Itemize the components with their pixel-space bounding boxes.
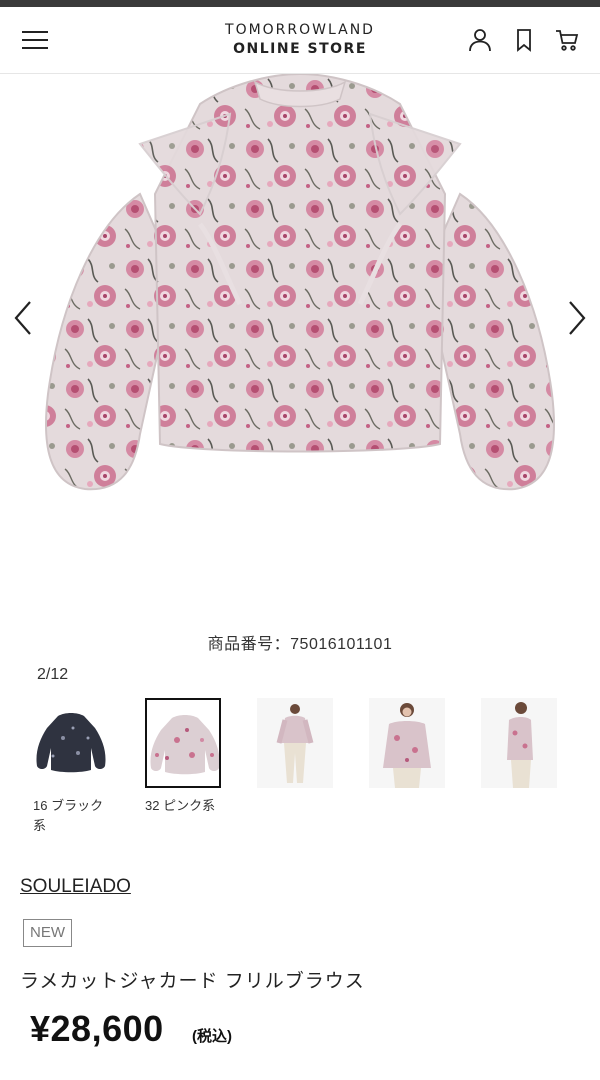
product-code: 商品番号：75016101101 xyxy=(207,636,393,653)
thumbnail-black[interactable]: 16 ブラック系 xyxy=(33,698,109,836)
thumbnail-model-closeup[interactable] xyxy=(369,698,445,788)
thumbnail-label: 32 ピンク系 xyxy=(145,798,216,813)
status-bar xyxy=(0,0,600,7)
product-image-gallery[interactable] xyxy=(0,74,600,614)
product-price: ¥28,600 xyxy=(30,1008,164,1049)
cart-icon[interactable] xyxy=(554,27,580,53)
thumbnail-model-side[interactable] xyxy=(481,698,557,788)
next-image-button[interactable] xyxy=(562,296,592,340)
site-header: TOMORROWLAND ONLINE STORE xyxy=(0,7,600,74)
thumbnail-strip: 16 ブラック系 32 ピンク系 xyxy=(0,698,600,848)
product-image xyxy=(45,74,555,491)
account-icon[interactable] xyxy=(467,27,493,53)
brand-link[interactable]: SOULEIADO xyxy=(20,876,131,898)
new-badge: NEW xyxy=(23,919,72,947)
logo-line-2: ONLINE STORE xyxy=(233,41,367,57)
bookmark-icon[interactable] xyxy=(511,27,537,53)
thumbnail-pink[interactable]: 32 ピンク系 xyxy=(145,698,221,816)
thumbnail-model-front[interactable] xyxy=(257,698,333,788)
thumbnail-label: 16 ブラック系 xyxy=(33,798,104,833)
store-logo[interactable]: TOMORROWLAND ONLINE STORE xyxy=(200,21,400,59)
tax-note: (税込) xyxy=(192,1028,232,1045)
prev-image-button[interactable] xyxy=(8,296,38,340)
menu-icon[interactable] xyxy=(22,29,48,51)
logo-line-1: TOMORROWLAND xyxy=(225,22,375,38)
image-counter: 2/12 xyxy=(37,666,69,683)
product-title: ラメカットジャカード フリルブラウス xyxy=(20,971,365,992)
